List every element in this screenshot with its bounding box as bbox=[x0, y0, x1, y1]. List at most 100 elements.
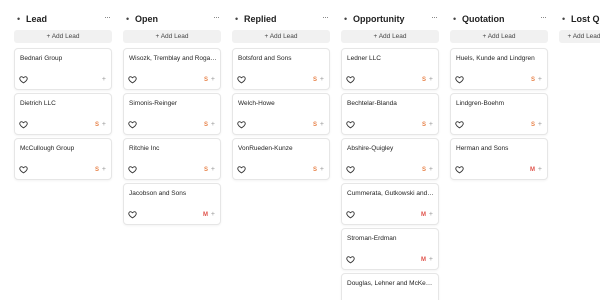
heart-icon[interactable] bbox=[237, 75, 246, 84]
lead-card[interactable]: Simonis-Reinger S + bbox=[123, 93, 221, 135]
add-assignee-icon[interactable]: + bbox=[538, 121, 542, 129]
assignee-avatar[interactable]: S bbox=[422, 76, 426, 84]
assignee-avatar[interactable]: S bbox=[204, 166, 208, 174]
add-assignee-icon[interactable]: + bbox=[211, 166, 215, 174]
lead-card[interactable]: Bechtelar-Blanda S + bbox=[341, 93, 439, 135]
assignee-avatar[interactable]: S bbox=[313, 121, 317, 129]
add-assignee-icon[interactable]: + bbox=[538, 166, 542, 174]
assignee-avatar[interactable]: S bbox=[204, 121, 208, 129]
lead-card[interactable]: VonRueden-Kunze S + bbox=[232, 138, 330, 180]
add-assignee-icon[interactable]: + bbox=[538, 76, 542, 84]
column-header: • Open ··· bbox=[123, 11, 221, 27]
assignee-avatar[interactable]: S bbox=[422, 166, 426, 174]
heart-icon[interactable] bbox=[128, 120, 137, 129]
assignee-avatar[interactable]: S bbox=[95, 121, 99, 129]
add-assignee-icon[interactable]: + bbox=[429, 256, 433, 264]
column-4: • Quotation ··· + Add Lead Huels, Kunde and … bbox=[450, 0, 548, 300]
lead-card[interactable]: Lindgren-Boehm S + bbox=[450, 93, 548, 135]
lead-card[interactable]: Douglas, Lehner and McKenzie+ bbox=[341, 273, 439, 300]
lead-card[interactable]: Wisozk, Tremblay and Rogahn S + bbox=[123, 48, 221, 90]
assignee-avatar[interactable]: S bbox=[422, 121, 426, 129]
lead-card[interactable]: Botsford and Sons S + bbox=[232, 48, 330, 90]
assignee-avatar[interactable]: S bbox=[95, 166, 99, 174]
lead-card[interactable]: Dietrich LLC S + bbox=[14, 93, 112, 135]
heart-icon[interactable] bbox=[19, 165, 28, 174]
heart-icon[interactable] bbox=[455, 120, 464, 129]
lead-card-title: Simonis-Reinger bbox=[129, 100, 178, 107]
add-assignee-icon[interactable]: + bbox=[211, 211, 215, 219]
lead-card-title: Ledner LLC bbox=[347, 55, 381, 62]
add-lead-button[interactable]: + Add Lead bbox=[341, 30, 439, 43]
assignee-avatar[interactable]: M bbox=[203, 211, 208, 219]
add-assignee-icon[interactable]: + bbox=[211, 121, 215, 129]
lead-card[interactable]: Ritchie Inc S + bbox=[123, 138, 221, 180]
column-bullet: • bbox=[235, 14, 239, 24]
add-assignee-icon[interactable]: + bbox=[211, 76, 215, 84]
add-assignee-icon[interactable]: + bbox=[429, 76, 433, 84]
add-lead-button[interactable]: + Add Lead bbox=[559, 30, 600, 43]
column-bullet: • bbox=[562, 14, 566, 24]
column-title: Replied bbox=[244, 14, 277, 24]
lead-card[interactable]: Bednari Group + bbox=[14, 48, 112, 90]
heart-icon[interactable] bbox=[128, 75, 137, 84]
lead-card-title: Lindgren-Boehm bbox=[456, 100, 505, 107]
heart-icon[interactable] bbox=[19, 75, 28, 84]
column-header: • Lead ··· bbox=[14, 11, 112, 27]
column-menu-icon[interactable]: ··· bbox=[213, 11, 220, 24]
add-assignee-icon[interactable]: + bbox=[320, 76, 324, 84]
lead-card[interactable]: Huels, Kunde and Lindgren S + bbox=[450, 48, 548, 90]
heart-icon[interactable] bbox=[455, 75, 464, 84]
assignee-avatar[interactable]: S bbox=[313, 76, 317, 84]
lead-card-title: Botsford and Sons bbox=[238, 55, 292, 62]
column-header: • Opportunity ··· bbox=[341, 11, 439, 27]
lead-card[interactable]: Abshire-Quigley S + bbox=[341, 138, 439, 180]
heart-icon[interactable] bbox=[237, 120, 246, 129]
lead-card[interactable]: McCullough Group S + bbox=[14, 138, 112, 180]
assignee-avatar[interactable]: M bbox=[421, 256, 426, 264]
assignee-avatar[interactable]: S bbox=[531, 121, 535, 129]
add-assignee-icon[interactable]: + bbox=[429, 166, 433, 174]
column-menu-icon[interactable]: ··· bbox=[431, 11, 438, 24]
heart-icon[interactable] bbox=[346, 75, 355, 84]
column-0: • Lead ··· + Add Lead Bednari Group + Dietrich… bbox=[14, 0, 112, 300]
lead-card[interactable]: Stroman-Erdman M + bbox=[341, 228, 439, 270]
heart-icon[interactable] bbox=[128, 210, 137, 219]
lead-card[interactable]: Welch-Howe S + bbox=[232, 93, 330, 135]
lead-card[interactable]: Herman and Sons M + bbox=[450, 138, 548, 180]
add-lead-button[interactable]: + Add Lead bbox=[123, 30, 221, 43]
add-assignee-icon[interactable]: + bbox=[102, 121, 106, 129]
add-assignee-icon[interactable]: + bbox=[102, 166, 106, 174]
add-lead-button[interactable]: + Add Lead bbox=[232, 30, 330, 43]
heart-icon[interactable] bbox=[128, 165, 137, 174]
column-menu-icon[interactable]: ··· bbox=[540, 11, 547, 24]
assignee-avatar[interactable]: S bbox=[531, 76, 535, 84]
add-lead-button[interactable]: + Add Lead bbox=[450, 30, 548, 43]
column-menu-icon[interactable]: ··· bbox=[104, 11, 111, 24]
lead-card-title: Welch-Howe bbox=[238, 100, 275, 107]
heart-icon[interactable] bbox=[346, 210, 355, 219]
heart-icon[interactable] bbox=[346, 165, 355, 174]
lead-card[interactable]: Jacobson and Sons M + bbox=[123, 183, 221, 225]
add-assignee-icon[interactable]: + bbox=[102, 76, 106, 84]
heart-icon[interactable] bbox=[19, 120, 28, 129]
assignee-avatar[interactable]: S bbox=[204, 76, 208, 84]
column-3: • Opportunity ··· + Add Lead Ledner LLC S + Bec… bbox=[341, 0, 439, 300]
assignee-avatar[interactable]: S bbox=[313, 166, 317, 174]
lead-card[interactable]: Ledner LLC S + bbox=[341, 48, 439, 90]
heart-icon[interactable] bbox=[237, 165, 246, 174]
heart-icon[interactable] bbox=[346, 120, 355, 129]
lead-card-title: Ritchie Inc bbox=[129, 145, 160, 152]
lead-card-title: Cummerata, Gutkowski and Hane bbox=[347, 190, 435, 197]
lead-card-title: Wisozk, Tremblay and Rogahn bbox=[129, 55, 217, 62]
add-assignee-icon[interactable]: + bbox=[320, 166, 324, 174]
assignee-avatar[interactable]: M bbox=[421, 211, 426, 219]
heart-icon[interactable] bbox=[455, 165, 464, 174]
add-assignee-icon[interactable]: + bbox=[429, 121, 433, 129]
column-menu-icon[interactable]: ··· bbox=[322, 11, 329, 24]
assignee-avatar[interactable]: M bbox=[530, 166, 535, 174]
add-assignee-icon[interactable]: + bbox=[429, 211, 433, 219]
lead-card[interactable]: Cummerata, Gutkowski and Hane M + bbox=[341, 183, 439, 225]
heart-icon[interactable] bbox=[346, 255, 355, 264]
add-assignee-icon[interactable]: + bbox=[320, 121, 324, 129]
add-lead-button[interactable]: + Add Lead bbox=[14, 30, 112, 43]
